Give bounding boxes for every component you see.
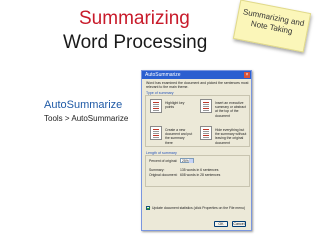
cancel-button[interactable]: Cancel [232, 221, 246, 227]
insert-summary-icon[interactable] [200, 99, 212, 113]
highlight-key-points-icon[interactable] [150, 99, 162, 113]
sticky-note: Summarizing and Note Taking [232, 0, 312, 53]
sticky-note-text: Summarizing and Note Taking [242, 7, 306, 36]
update-statistics-label: Update document statistics (click Proper… [151, 206, 246, 210]
update-statistics-row[interactable]: Update document statistics (click Proper… [146, 206, 246, 211]
slide-subtitle: Word Processing [63, 32, 208, 53]
option-highlight-key-points[interactable]: Highlight key points [165, 101, 193, 109]
original-document-label: Original document: [149, 173, 178, 177]
autosummarize-dialog: AutoSummarize × Word has examined the do… [141, 70, 252, 231]
percent-value: 25% [182, 159, 189, 163]
percent-of-original-label: Percent of original: [149, 159, 178, 163]
hide-everything-icon[interactable] [200, 126, 212, 140]
dialog-titlebar: AutoSummarize × [142, 71, 251, 79]
slide-title: Summarizing [79, 8, 190, 29]
option-create-new-document[interactable]: Create a new document and put the summar… [165, 128, 193, 145]
menu-path: Tools > AutoSummarize [44, 114, 129, 123]
option-hide-everything[interactable]: Hide everything but the summary without … [215, 128, 249, 145]
original-document-value: 608 words in 28 sentences [180, 173, 221, 177]
dialog-title: AutoSummarize [145, 72, 181, 78]
autosummarize-label: AutoSummarize [44, 99, 123, 111]
dialog-description: Word has examined the document and picke… [146, 81, 249, 90]
summary-value: 135 words in 6 sentences [180, 168, 219, 172]
percent-select[interactable]: 25% [180, 158, 194, 163]
summary-label: Summary: [149, 168, 165, 172]
option-insert-executive-summary[interactable]: Insert an executive summary or abstract … [215, 101, 249, 118]
update-statistics-checkbox[interactable] [146, 206, 150, 211]
new-document-icon[interactable] [150, 126, 162, 140]
close-icon[interactable]: × [244, 72, 250, 78]
ok-button[interactable]: OK [214, 221, 228, 227]
